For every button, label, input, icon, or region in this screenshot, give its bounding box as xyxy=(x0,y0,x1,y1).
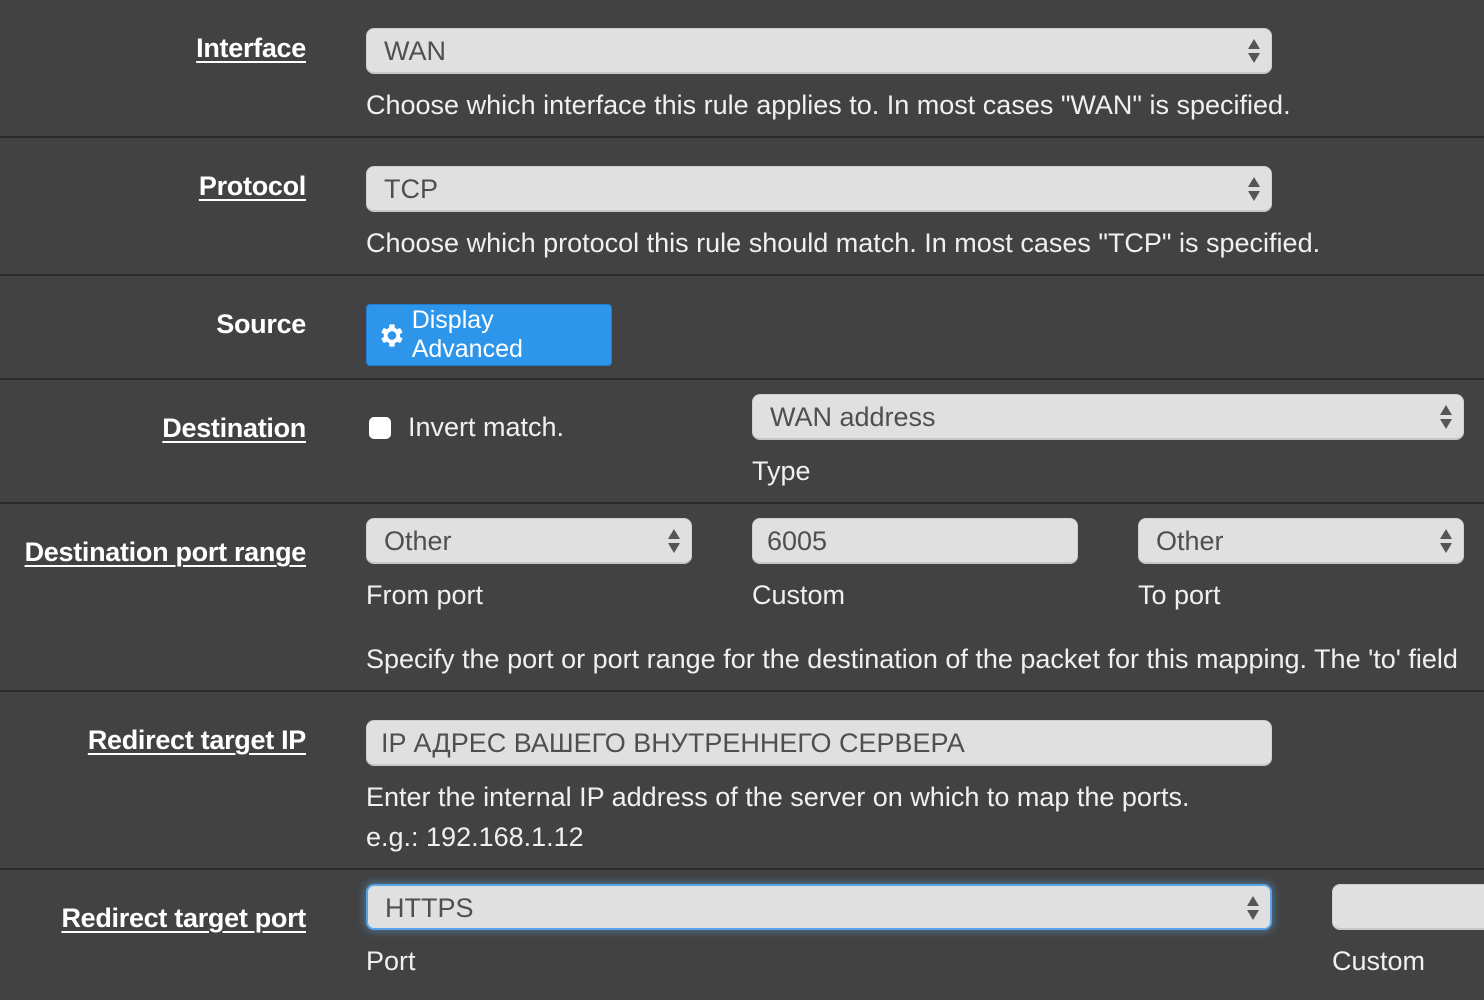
gear-icon xyxy=(381,323,403,347)
to-port-value: Other xyxy=(1156,526,1224,556)
from-port-caption: From port xyxy=(366,580,484,610)
source-label: Source xyxy=(216,309,306,339)
redirect-port-value: HTTPS xyxy=(385,893,474,923)
redirect-port-label[interactable]: Redirect target port xyxy=(61,903,306,934)
destination-type-select[interactable]: WAN address xyxy=(752,394,1464,440)
redirect-ip-example: e.g.: 192.168.1.12 xyxy=(366,822,584,852)
custom-port-caption: Custom xyxy=(752,580,846,610)
from-port-value: Other xyxy=(384,526,452,556)
divider xyxy=(0,868,1484,870)
protocol-help: Choose which protocol this rule should m… xyxy=(366,228,1321,258)
divider xyxy=(0,502,1484,504)
redirect-port-caption: Port xyxy=(366,946,416,976)
divider xyxy=(0,378,1484,380)
invert-match-label[interactable]: Invert match. xyxy=(408,412,564,443)
destination-type-value: WAN address xyxy=(770,402,936,432)
redirect-port-custom-input[interactable] xyxy=(1332,884,1484,930)
select-arrows-icon xyxy=(1248,177,1260,201)
redirect-ip-value: IP АДРЕС ВАШЕГО ВНУТРЕННЕГО СЕРВЕРА xyxy=(381,728,965,758)
protocol-select[interactable]: TCP xyxy=(366,166,1272,212)
display-advanced-button[interactable]: Display Advanced xyxy=(366,304,612,366)
select-arrows-icon xyxy=(668,529,680,553)
interface-label[interactable]: Interface xyxy=(196,33,306,64)
protocol-label[interactable]: Protocol xyxy=(199,171,306,202)
custom-port-input[interactable]: 6005 xyxy=(752,518,1078,564)
redirect-port-select[interactable]: HTTPS xyxy=(366,884,1272,930)
dest-port-range-label[interactable]: Destination port range xyxy=(25,537,307,568)
select-arrows-icon xyxy=(1247,896,1259,920)
protocol-select-value: TCP xyxy=(384,174,438,204)
divider xyxy=(0,690,1484,692)
redirect-ip-input[interactable]: IP АДРЕС ВАШЕГО ВНУТРЕННЕГО СЕРВЕРА xyxy=(366,720,1272,766)
to-port-select[interactable]: Other xyxy=(1138,518,1464,564)
select-arrows-icon xyxy=(1440,405,1452,429)
from-port-select[interactable]: Other xyxy=(366,518,692,564)
divider xyxy=(0,136,1484,138)
redirect-ip-help: Enter the internal IP address of the ser… xyxy=(366,782,1190,812)
select-arrows-icon xyxy=(1440,529,1452,553)
display-advanced-label: Display Advanced xyxy=(411,306,523,363)
redirect-port-custom-caption: Custom xyxy=(1332,946,1426,976)
interface-select-value: WAN xyxy=(384,36,446,66)
interface-help: Choose which interface this rule applies… xyxy=(366,90,1291,120)
dest-port-range-help: Specify the port or port range for the d… xyxy=(366,644,1458,674)
divider xyxy=(0,274,1484,276)
destination-type-caption: Type xyxy=(752,456,811,486)
invert-match-checkbox[interactable] xyxy=(369,417,391,439)
destination-label[interactable]: Destination xyxy=(162,413,306,444)
redirect-ip-label[interactable]: Redirect target IP xyxy=(88,725,306,756)
to-port-caption: To port xyxy=(1138,580,1221,610)
custom-port-value: 6005 xyxy=(767,526,828,556)
select-arrows-icon xyxy=(1248,39,1260,63)
interface-select[interactable]: WAN xyxy=(366,28,1272,74)
